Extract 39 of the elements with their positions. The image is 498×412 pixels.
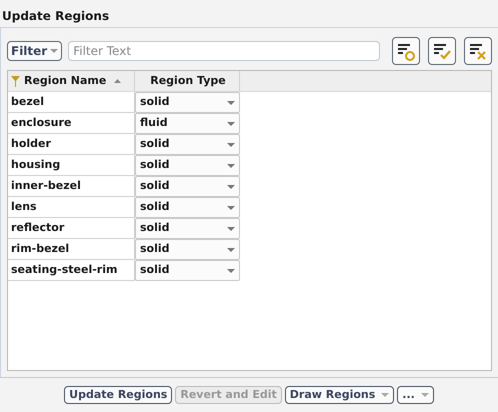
- region-type-dropdown[interactable]: solid: [135, 155, 240, 176]
- region-type-dropdown[interactable]: solid: [135, 239, 240, 260]
- column-label: Region Type: [150, 72, 226, 89]
- filter-circle-icon: [396, 41, 416, 61]
- filter-clear-icon: [468, 41, 488, 61]
- panel-title: Update Regions: [1, 8, 110, 25]
- region-type-dropdown[interactable]: solid: [135, 260, 240, 281]
- filter-check-icon: [432, 41, 452, 61]
- cross-filter-button[interactable]: [464, 37, 492, 65]
- caret-icon: [420, 393, 429, 397]
- region-type-dropdown[interactable]: solid: [135, 176, 240, 197]
- region-type-dropdown[interactable]: solid: [135, 92, 240, 113]
- region-type-dropdown[interactable]: solid: [135, 197, 240, 218]
- action-button[interactable]: Update Regions: [64, 386, 172, 404]
- sort-up-icon: [114, 79, 122, 83]
- column-header[interactable]: Region Type: [135, 71, 240, 91]
- caret-icon: [227, 268, 235, 272]
- caret-icon: [227, 164, 235, 168]
- caret-icon: [381, 393, 390, 397]
- column-label: Region Name: [24, 72, 106, 89]
- column-header[interactable]: Region Name: [8, 71, 135, 91]
- action-button[interactable]: ...: [397, 386, 434, 404]
- filter-funnel-icon: [11, 76, 20, 86]
- region-type-dropdown[interactable]: fluid: [135, 113, 240, 134]
- region-type-dropdown[interactable]: solid: [135, 134, 240, 155]
- filter-menu-button[interactable]: Filter: [7, 41, 62, 61]
- action-button[interactable]: Draw Regions: [284, 386, 394, 404]
- circle-filter-button[interactable]: [392, 37, 420, 65]
- caret-icon: [227, 184, 235, 188]
- caret-icon: [227, 122, 235, 126]
- region-type-dropdown[interactable]: solid: [135, 218, 240, 239]
- caret-icon: [50, 49, 58, 53]
- caret-icon: [227, 226, 235, 230]
- caret-icon: [227, 206, 235, 210]
- caret-icon: [227, 100, 235, 104]
- caret-icon: [227, 248, 235, 252]
- check-filter-button[interactable]: [428, 37, 456, 65]
- filter-text-field[interactable]: Filter Text: [68, 41, 380, 61]
- caret-icon: [227, 142, 235, 146]
